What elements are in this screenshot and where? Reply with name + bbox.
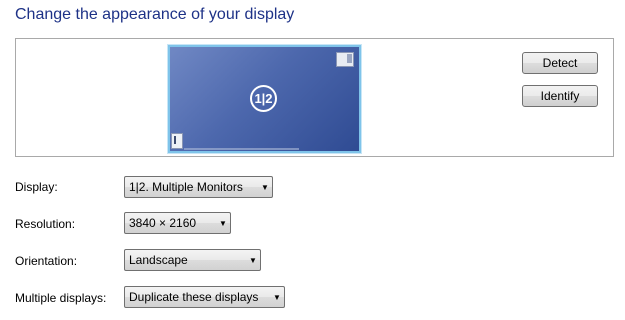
monitor-number-badge: 1|2 <box>250 85 277 112</box>
chevron-down-icon: ▼ <box>219 218 227 228</box>
chevron-down-icon: ▼ <box>249 255 257 265</box>
monitor-preview[interactable]: 1|2 <box>168 45 361 153</box>
taskbar-icon <box>171 133 183 149</box>
display-preview-panel: 1|2 Detect Identify <box>15 38 614 157</box>
resolution-label: Resolution: <box>15 217 76 231</box>
orientation-label: Orientation: <box>15 254 78 268</box>
monitor-icon <box>336 52 354 67</box>
multiple-displays-select[interactable]: Duplicate these displays ▼ <box>124 286 285 308</box>
resolution-select[interactable]: 3840 × 2160 ▼ <box>124 212 231 234</box>
display-label: Display: <box>15 180 58 194</box>
monitor-taskbar <box>184 148 299 150</box>
chevron-down-icon: ▼ <box>261 182 269 192</box>
chevron-down-icon: ▼ <box>273 292 281 302</box>
page-title: Change the appearance of your display <box>15 6 295 23</box>
orientation-select[interactable]: Landscape ▼ <box>124 249 261 271</box>
orientation-select-value: Landscape <box>129 253 188 267</box>
resolution-select-value: 3840 × 2160 <box>129 216 197 230</box>
multiple-displays-label: Multiple displays: <box>15 291 107 305</box>
multiple-displays-select-value: Duplicate these displays <box>129 290 259 304</box>
identify-button[interactable]: Identify <box>522 85 598 107</box>
detect-button[interactable]: Detect <box>522 52 598 74</box>
display-select[interactable]: 1|2. Multiple Monitors ▼ <box>124 176 273 198</box>
display-select-value: 1|2. Multiple Monitors <box>129 180 243 194</box>
